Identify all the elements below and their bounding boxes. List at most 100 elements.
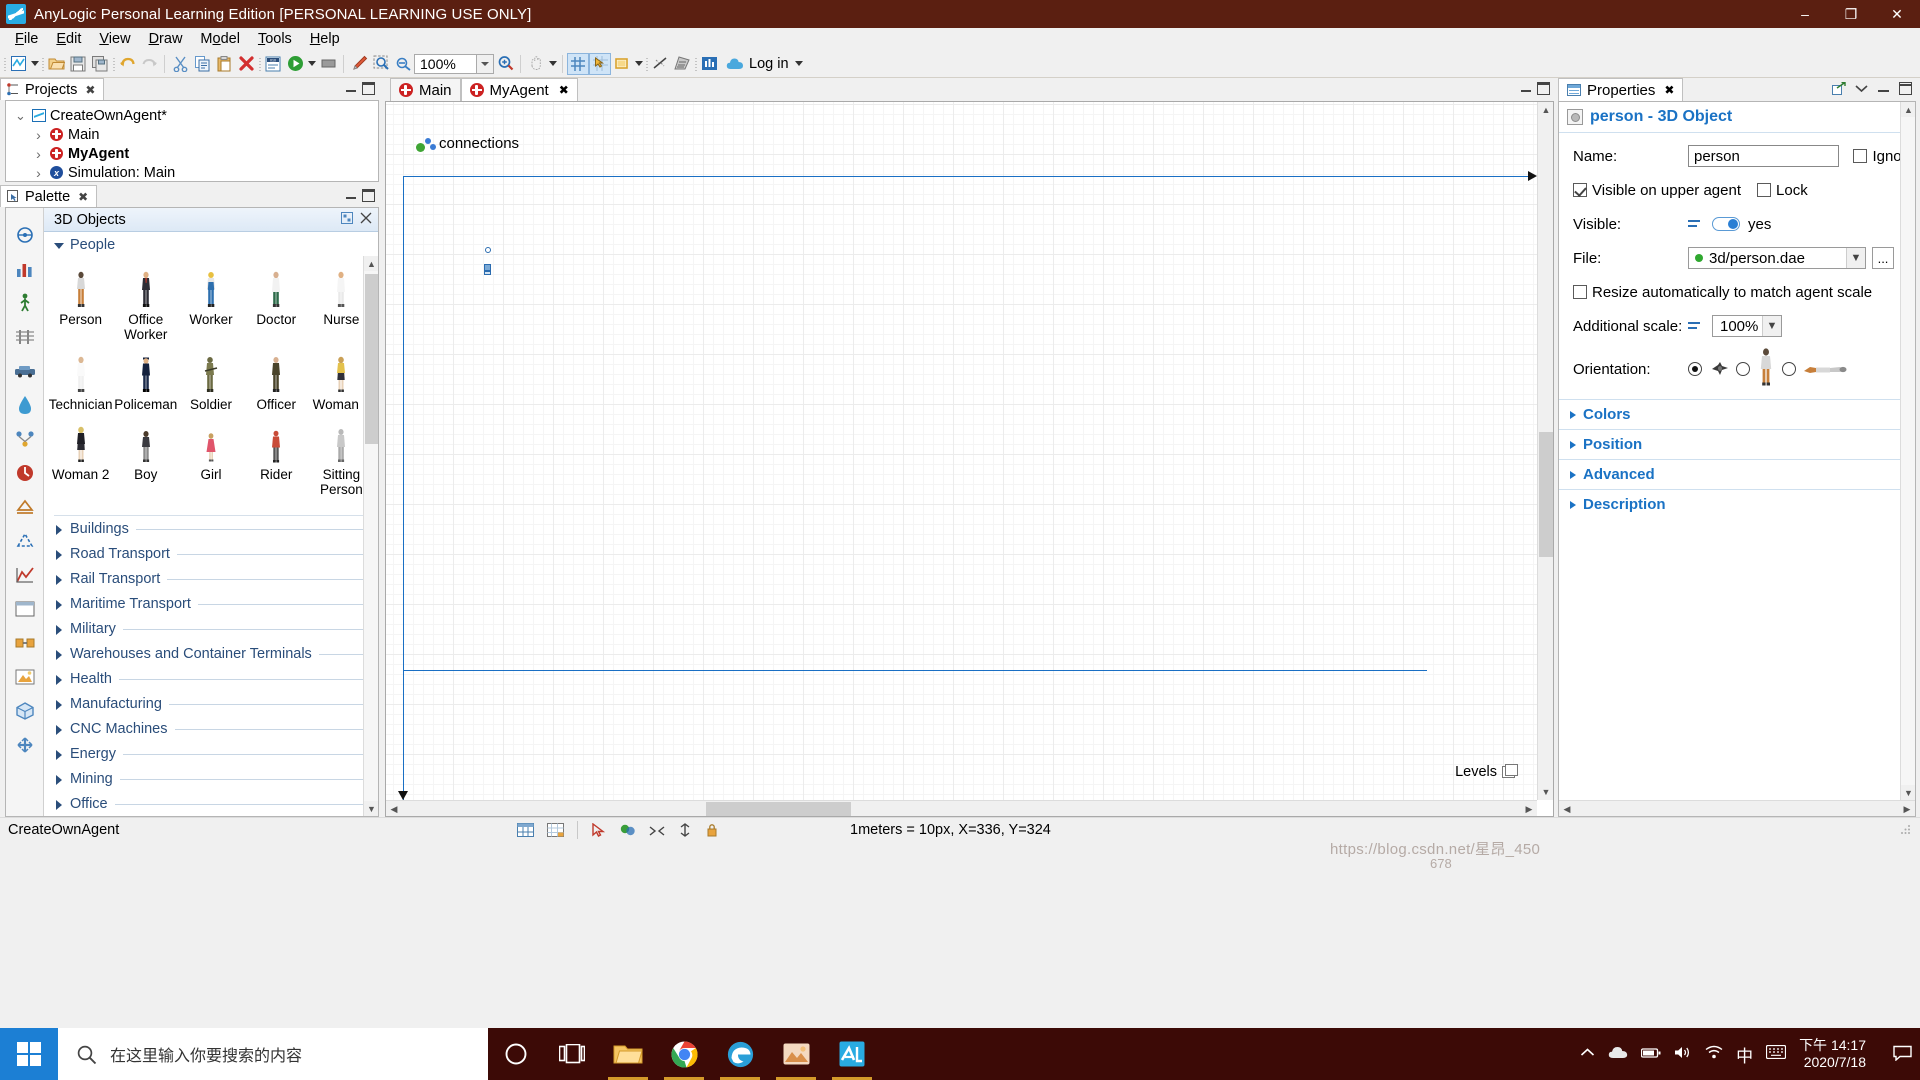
menu-tools[interactable]: Tools [249,30,301,48]
scroll-left-icon[interactable]: ◀ [386,801,402,816]
palette-section-health[interactable]: Health [44,666,378,691]
orientation-upright-radio[interactable] [1736,362,1750,376]
palette-rail-process-icon[interactable] [8,456,42,490]
palette-section-rail-transport[interactable]: Rail Transport [44,566,378,591]
menu-file[interactable]: FFileile [6,30,47,48]
chart-icon[interactable] [671,53,693,75]
editor-minimize-icon[interactable] [1520,83,1532,95]
ignore-checkbox[interactable] [1853,149,1868,163]
task-view-icon[interactable] [544,1028,600,1080]
palette-rail-connectivity-icon[interactable] [8,626,42,660]
palette-maximize-icon[interactable] [362,189,375,202]
scroll-left-icon[interactable]: ◀ [1559,801,1575,816]
tree-node-project[interactable]: CreateOwnAgent* [12,106,378,125]
palette-rail-road-icon[interactable] [8,354,42,388]
maximize-button[interactable]: ❐ [1828,0,1874,28]
projects-tab[interactable]: Projects ✖ [0,78,105,100]
section-position[interactable]: Position [1559,429,1915,459]
palette-section-warehouses[interactable]: Warehouses and Container Terminals [44,641,378,666]
section-description[interactable]: Description [1559,489,1915,519]
close-button[interactable]: ✕ [1874,0,1920,28]
palette-tab[interactable]: Palette ✖ [0,185,98,207]
palette-section-maritime-transport[interactable]: Maritime Transport [44,591,378,616]
menu-edit[interactable]: Edit [47,30,90,48]
palette-rail-pictures-icon[interactable] [8,660,42,694]
section-advanced[interactable]: Advanced [1559,459,1915,489]
palette-item-person[interactable]: Person [48,263,113,348]
palette-rail-rail-icon[interactable] [8,320,42,354]
menu-draw[interactable]: Draw [140,30,192,48]
visible-toggle[interactable] [1712,217,1740,231]
edge-icon[interactable] [712,1028,768,1080]
scroll-right-icon[interactable]: ▶ [1521,801,1537,816]
zoom-reset-icon[interactable] [392,53,414,75]
properties-close-icon[interactable]: ✖ [1664,83,1674,97]
distribute-icon[interactable] [678,822,692,837]
file-explorer-icon[interactable] [600,1028,656,1080]
palette-section-energy[interactable]: Energy [44,741,378,766]
publish-icon[interactable] [348,53,370,75]
palette-rail-controls-icon[interactable] [8,728,42,762]
close-icon[interactable] [360,212,372,224]
paste-icon[interactable] [213,53,235,75]
palette-item-woman-2[interactable]: Woman 2 [48,418,113,503]
palette-rail-pedestrian-icon[interactable] [8,286,42,320]
scroll-down-icon[interactable]: ▼ [1901,785,1915,800]
editor-horizontal-scrollbar[interactable]: ◀ ▶ [386,800,1537,816]
properties-tab[interactable]: Properties ✖ [1558,78,1684,101]
projects-maximize-icon[interactable] [362,82,375,95]
palette-item-rider[interactable]: Rider [244,418,309,503]
menu-help[interactable]: Help [301,30,349,48]
palette-rail-network-icon[interactable] [8,422,42,456]
palette-item-technician[interactable]: Technician [48,348,113,418]
vertical-scroll-thumb[interactable] [1539,432,1553,557]
palette-section-manufacturing[interactable]: Manufacturing [44,691,378,716]
lock-icon[interactable] [705,823,719,837]
editor-vertical-scrollbar[interactable]: ▲ ▼ [1537,102,1553,800]
onedrive-icon[interactable] [1608,1045,1628,1063]
orientation-top-view-radio[interactable] [1688,362,1702,376]
projects-close-icon[interactable]: ✖ [85,83,95,97]
menu-model[interactable]: Model [191,30,249,48]
align-icon[interactable] [649,823,665,837]
browse-button[interactable]: ... [1872,247,1894,269]
dynamic-expression-icon[interactable] [1688,319,1704,333]
chevron-down-icon[interactable] [14,109,27,122]
tree-node-main[interactable]: Main [12,125,378,144]
menu-view[interactable]: View [90,30,139,48]
chrome-icon[interactable] [656,1028,712,1080]
palette-scroll-thumb[interactable] [365,274,378,444]
palette-section-people[interactable]: People [44,232,378,257]
resize-automatically-checkbox[interactable] [1573,285,1587,299]
scroll-right-icon[interactable]: ▶ [1899,801,1915,816]
palette-item-worker[interactable]: Worker [178,263,243,348]
tree-node-simulation[interactable]: x Simulation: Main [12,163,378,181]
palette-section-road-transport[interactable]: Road Transport [44,541,378,566]
additional-scale-combobox[interactable]: 100% ▼ [1712,315,1782,337]
palette-section-cnc-machines[interactable]: CNC Machines [44,716,378,741]
status-resize-grip[interactable] [1900,824,1911,835]
show-hidden-icons[interactable] [1580,1046,1595,1063]
login-label[interactable]: Log in [749,56,789,72]
zoom-dropdown-icon[interactable] [476,53,494,74]
start-button[interactable] [0,1028,58,1080]
chevron-right-icon[interactable] [32,147,45,160]
taskbar-search-box[interactable]: 在这里输入你要搜索的内容 [58,1028,488,1080]
levels-control[interactable]: Levels [1455,764,1518,780]
palette-rail-fluid-icon[interactable] [8,388,42,422]
login-area[interactable]: Log in [726,54,805,74]
run-dropdown-icon[interactable] [306,54,317,74]
palette-close-icon[interactable]: ✖ [78,190,88,204]
palette-item-girl[interactable]: Girl [178,418,243,503]
palette-item-officer[interactable]: Officer [244,348,309,418]
scroll-down-icon[interactable]: ▼ [1538,784,1553,800]
maximize-icon[interactable] [1899,82,1912,95]
undo-icon[interactable] [116,53,138,75]
object-handle[interactable] [484,264,491,271]
palette-item-doctor[interactable]: Doctor [244,263,309,348]
minimize-icon[interactable] [1877,82,1890,95]
new-model-dropdown[interactable] [29,54,40,74]
grid-icon[interactable] [547,822,564,837]
scroll-down-icon[interactable]: ▼ [364,801,378,816]
build-icon[interactable]: 010 [262,53,284,75]
